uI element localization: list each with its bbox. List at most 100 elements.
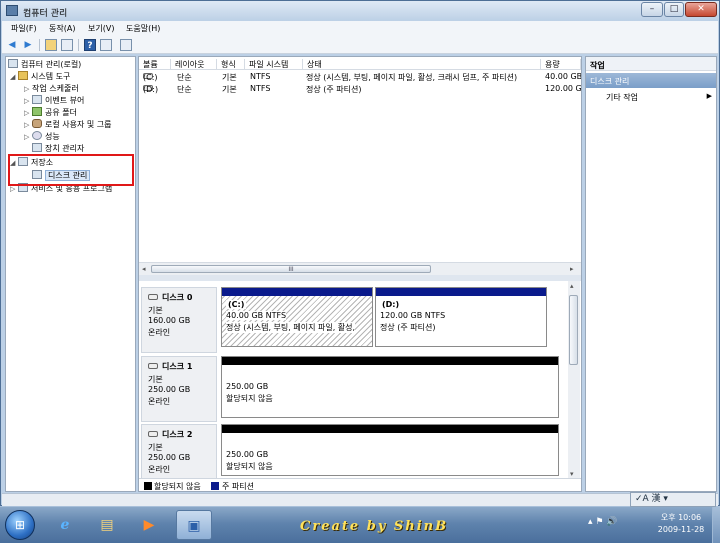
menu-file[interactable]: 파일(F) (11, 23, 37, 34)
toolbar: ◀ ▶ ? (2, 36, 718, 54)
legend: 할당되지 않음 주 파티션 (139, 478, 581, 491)
expand-arrow-icon[interactable]: ▷ (24, 107, 32, 119)
submenu-arrow-icon: ▶ (706, 92, 712, 100)
disk-kind: 기본 (148, 443, 163, 452)
disk-size: 250.00 GB (148, 385, 191, 394)
partition-label: (D:) (382, 300, 400, 309)
up-folder-icon[interactable] (45, 39, 57, 51)
navigation-tree: 컴퓨터 관리(로컬) ◢ 시스템 도구 ▷ 작업 스케줄러 ▷ 이벤트 뷰어 ▷ 공유 … (5, 56, 136, 492)
menu-help[interactable]: 도움말(H) (126, 23, 160, 34)
expand-arrow-icon[interactable]: ▷ (24, 131, 32, 143)
window-title: 컴퓨터 관리 (23, 9, 68, 19)
maximize-button[interactable]: □ (664, 2, 684, 17)
collapse-arrow-icon[interactable]: ◢ (10, 71, 18, 83)
explorer-folder-icon[interactable]: ▤ (90, 510, 124, 540)
partition-c[interactable]: (C:) 40.00 GB NTFS 정상 (시스템, 부팅, 페이지 파일, … (221, 287, 373, 347)
media-player-icon[interactable]: ▶ (132, 510, 166, 540)
column-file-system[interactable]: 파일 시스템 (245, 59, 303, 69)
disk-0-label[interactable]: 디스크 0 기본 160.00 GB 온라인 (141, 287, 217, 353)
volume-layout: 단순 (177, 73, 192, 82)
menu-bar: 파일(F) 동작(A) 보기(V) 도움말(H) (2, 21, 718, 36)
internet-explorer-icon[interactable]: e (48, 510, 82, 540)
back-arrow-icon[interactable]: ◀ (6, 39, 18, 51)
action-section-disk-management[interactable]: 디스크 관리 (586, 73, 716, 88)
volume-capacity: 120.00 GB (545, 84, 582, 93)
scrollbar-thumb[interactable] (569, 295, 578, 365)
tree-item-computer-management[interactable]: 컴퓨터 관리(로컬) (8, 59, 81, 71)
disk-size: 250.00 GB (148, 453, 191, 462)
volume-type: 기본 (222, 73, 237, 82)
expand-arrow-icon[interactable]: ▷ (24, 119, 32, 131)
language-bar[interactable]: ✓A 漢 ▾ (630, 492, 716, 507)
more-actions[interactable]: 기타 작업 ▶ (606, 92, 712, 103)
tree-item-system-tools[interactable]: ◢ 시스템 도구 (10, 71, 70, 83)
console-icon[interactable] (120, 39, 132, 51)
scroll-right-icon[interactable]: ▸ (570, 265, 574, 273)
column-capacity[interactable]: 용량 (541, 59, 581, 69)
forward-arrow-icon[interactable]: ▶ (22, 39, 34, 51)
help-icon[interactable]: ? (84, 39, 96, 51)
primary-partition-bar (376, 288, 546, 296)
unallocated-bar (222, 425, 558, 433)
unallocated-space[interactable]: 250.00 GB 할당되지 않음 (221, 356, 559, 418)
disk-icon (148, 431, 158, 437)
properties-icon[interactable] (100, 39, 112, 51)
performance-icon (32, 131, 42, 140)
disk-icon (148, 363, 158, 369)
minimize-button[interactable]: – (641, 2, 663, 17)
disk-state: 온라인 (148, 328, 171, 337)
column-layout[interactable]: 레이아웃 (171, 59, 217, 69)
menu-action[interactable]: 동작(A) (49, 23, 75, 34)
shared-folder-icon (32, 107, 42, 116)
show-hide-tree-icon[interactable] (61, 39, 73, 51)
tree-item-local-users[interactable]: ▷ 로컬 사용자 및 그룹 (24, 119, 112, 131)
scroll-up-icon[interactable]: ▴ (570, 282, 574, 290)
partition-detail: 250.00 GB (226, 450, 269, 459)
start-button[interactable]: ⊞ (5, 510, 35, 540)
unallocated-space[interactable]: 250.00 GB 할당되지 않음 (221, 424, 559, 476)
users-icon (32, 119, 42, 128)
legend-primary: 주 파티션 (222, 482, 254, 491)
table-row[interactable]: (C:) 단순 기본 NTFS 정상 (시스템, 부팅, 페이지 파일, 활성,… (139, 71, 581, 83)
disk-icon (148, 294, 158, 300)
title-bar[interactable]: 컴퓨터 관리 – □ ✕ (1, 1, 719, 21)
partition-detail: 120.00 GB NTFS (380, 311, 446, 320)
disk-name: 디스크 0 (162, 293, 193, 302)
toolbar-separator (78, 39, 79, 51)
column-volume[interactable]: 볼륨 (139, 59, 171, 69)
volume-list-horizontal-scrollbar[interactable]: ◂ III ▸ (139, 262, 581, 275)
disk-state: 온라인 (148, 397, 171, 406)
expand-arrow-icon[interactable]: ▷ (24, 83, 32, 95)
system-tray[interactable]: ▴ ⚑ 🔊 (588, 517, 618, 527)
clock[interactable]: 오후 10:06 2009-11-28 (648, 512, 714, 536)
partition-status: 정상 (주 파티션) (380, 323, 436, 332)
volume-list-header: 볼륨 레이아웃 형식 파일 시스템 상태 용량 (139, 57, 581, 70)
computer-management-taskbar-icon[interactable]: ▣ (176, 510, 212, 540)
tree-item-task-scheduler[interactable]: ▷ 작업 스케줄러 (24, 83, 79, 95)
scrollbar-thumb[interactable]: III (151, 265, 431, 273)
volume-file-system: NTFS (250, 84, 271, 93)
disk-1-label[interactable]: 디스크 1 기본 250.00 GB 온라인 (141, 356, 217, 422)
tools-icon (18, 71, 28, 80)
tree-item-event-viewer[interactable]: ▷ 이벤트 뷰어 (24, 95, 84, 107)
disk-view-vertical-scrollbar[interactable]: ▴ ▾ (568, 281, 580, 481)
menu-view[interactable]: 보기(V) (88, 23, 114, 34)
toolbar-separator (39, 39, 40, 51)
disk-state: 온라인 (148, 465, 171, 474)
show-desktop-button[interactable] (712, 507, 720, 543)
column-status[interactable]: 상태 (303, 59, 541, 69)
partition-d[interactable]: (D:) 120.00 GB NTFS 정상 (주 파티션) (375, 287, 547, 347)
tree-item-shared-folders[interactable]: ▷ 공유 폴더 (24, 107, 77, 119)
close-button[interactable]: ✕ (685, 2, 717, 17)
tree-item-performance[interactable]: ▷ 성능 (24, 131, 60, 143)
table-row[interactable]: (D:) 단순 기본 NTFS 정상 (주 파티션) 120.00 GB (139, 83, 581, 95)
expand-arrow-icon[interactable]: ▷ (24, 95, 32, 107)
column-type[interactable]: 형식 (217, 59, 245, 69)
partition-detail: 40.00 GB NTFS (226, 311, 287, 320)
scroll-down-icon[interactable]: ▾ (570, 470, 574, 478)
taskbar: ✓A 漢 ▾ ⊞ e ▤ ▶ ▣ Create by ShinB ▴ ⚑ 🔊 오… (0, 492, 720, 543)
primary-swatch (211, 482, 219, 490)
scroll-left-icon[interactable]: ◂ (142, 265, 146, 273)
disk-graphical-view: 디스크 0 기본 160.00 GB 온라인 (C:) 40.00 GB NTF… (139, 281, 581, 491)
computer-management-window: 컴퓨터 관리 – □ ✕ 파일(F) 동작(A) 보기(V) 도움말(H) ◀ … (0, 0, 720, 506)
